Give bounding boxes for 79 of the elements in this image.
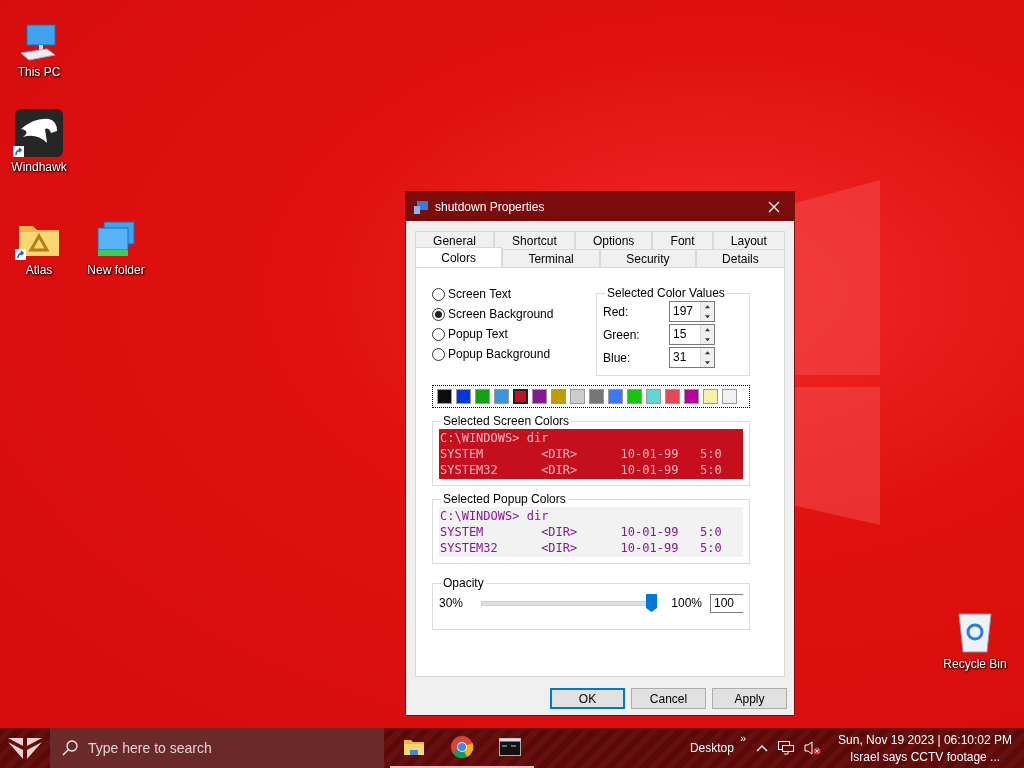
- toolbar-overflow[interactable]: »: [739, 732, 747, 744]
- desktop-icon-label[interactable]: New folder: [87, 263, 145, 277]
- color-swatch[interactable]: [646, 389, 661, 404]
- tab[interactable]: Colors: [415, 247, 503, 267]
- opacity-slider[interactable]: [481, 592, 658, 614]
- network-icon: [778, 741, 795, 755]
- console-app-icon: [414, 199, 428, 214]
- color-swatch[interactable]: [665, 389, 680, 404]
- tab[interactable]: Security: [600, 249, 696, 267]
- preview-line: SYSTEM <DIR> 10-01-99 5:0: [440, 446, 723, 462]
- color-swatch[interactable]: [494, 389, 509, 404]
- search-icon: [62, 740, 78, 756]
- color-swatch[interactable]: [532, 389, 547, 404]
- tab[interactable]: Options: [574, 231, 653, 249]
- volume-button[interactable]: [804, 741, 823, 755]
- tab[interactable]: Shortcut: [493, 231, 575, 249]
- color-swatch[interactable]: [475, 389, 490, 404]
- tab[interactable]: Layout: [712, 231, 785, 249]
- clock[interactable]: Sun, Nov 19 2023 | 06:10:02 PM: [838, 732, 1012, 747]
- start-logo-icon: [7, 736, 43, 760]
- desktop-icon-label[interactable]: This PC: [17, 65, 61, 79]
- tab[interactable]: Details: [695, 249, 786, 267]
- color-swatch[interactable]: [684, 389, 699, 404]
- tab[interactable]: Terminal: [502, 249, 600, 267]
- slider-max-label: 100%: [671, 596, 702, 610]
- color-swatch[interactable]: [437, 389, 452, 404]
- field-label: Red:: [603, 304, 630, 319]
- preview-line: SYSTEM32 <DIR> 10-01-99 5:0: [440, 462, 723, 478]
- desktop-icon-label[interactable]: Atlas: [25, 263, 53, 277]
- group-title: Selected Color Values: [606, 286, 726, 300]
- chevron-up-icon: [756, 744, 769, 752]
- window-title: shutdown Properties: [435, 199, 546, 214]
- dialog-button[interactable]: Cancel: [631, 688, 706, 709]
- muted-speaker-icon: [804, 741, 823, 755]
- radio-option[interactable]: Popup Text: [432, 327, 554, 341]
- radio-button[interactable]: [432, 287, 445, 301]
- dialog-button[interactable]: OK: [550, 688, 625, 709]
- close-icon: [768, 200, 780, 213]
- group-title: Opacity: [442, 576, 485, 590]
- slider-thumb[interactable]: [646, 594, 658, 612]
- group-title: Selected Screen Colors: [442, 414, 571, 428]
- preview-line: SYSTEM32 <DIR> 10-01-99 5:0: [440, 540, 723, 556]
- opacity-value-field[interactable]: 100: [710, 593, 743, 613]
- group-title: Selected Popup Colors: [442, 492, 567, 506]
- color-swatch[interactable]: [703, 389, 718, 404]
- toolbar-label[interactable]: Desktop: [689, 741, 734, 755]
- color-swatch[interactable]: [570, 389, 585, 404]
- color-swatch[interactable]: [551, 389, 566, 404]
- color-swatch[interactable]: [589, 389, 604, 404]
- radio-option[interactable]: Screen Background: [432, 307, 554, 321]
- search-box[interactable]: Type here to search: [50, 728, 384, 768]
- eagle-icon: [15, 109, 63, 157]
- color-swatch[interactable]: [627, 389, 642, 404]
- color-swatch[interactable]: [456, 389, 471, 404]
- preview-line: SYSTEM <DIR> 10-01-99 5:0: [440, 524, 723, 540]
- radio-option[interactable]: Screen Text: [432, 287, 554, 301]
- network-button[interactable]: [778, 741, 795, 755]
- field-label: Blue:: [603, 350, 632, 365]
- dialog-button[interactable]: Apply: [712, 688, 787, 709]
- radio-button[interactable]: [432, 347, 445, 361]
- desktop-icon-label[interactable]: Windhawk: [11, 160, 67, 174]
- color-swatch[interactable]: [608, 389, 623, 404]
- browser-icon: [450, 735, 474, 759]
- tab[interactable]: Font: [652, 231, 713, 249]
- radio-option[interactable]: Popup Background: [432, 347, 554, 361]
- preview-line: C:\WINDOWS> dir: [440, 430, 550, 446]
- slider-min-label: 30%: [439, 596, 464, 610]
- radio-button[interactable]: [432, 327, 445, 341]
- color-swatch[interactable]: [513, 389, 528, 404]
- folder-icon: [403, 737, 425, 757]
- field-label: Green:: [603, 327, 641, 342]
- news-ticker[interactable]: Israel says CCTV footage ...: [850, 749, 1001, 764]
- color-swatch[interactable]: [722, 389, 737, 404]
- search-placeholder: Type here to search: [88, 740, 212, 756]
- tray-expand-button[interactable]: [756, 744, 769, 752]
- terminal-icon: [499, 738, 521, 756]
- preview-line: C:\WINDOWS> dir: [440, 508, 550, 524]
- radio-button[interactable]: [432, 307, 445, 321]
- desktop-icon-label[interactable]: Recycle Bin: [943, 657, 1007, 671]
